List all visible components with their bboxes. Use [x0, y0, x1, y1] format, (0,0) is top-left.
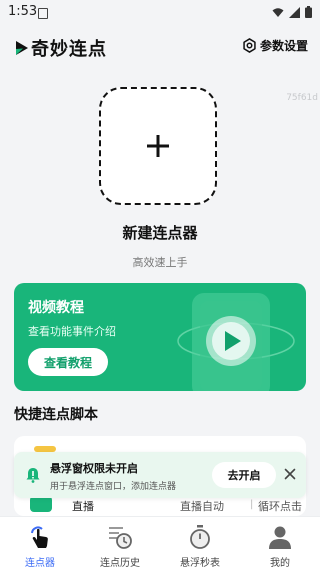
- notification-icon: [38, 8, 48, 19]
- script-loop: 循环点击: [258, 500, 302, 513]
- bottom-nav: 连点器 连点历史 悬浮秒表 我的: [0, 516, 320, 571]
- nav-label-history: 连点历史: [100, 558, 140, 569]
- app-logo-icon: [16, 41, 28, 55]
- nav-item-clicker[interactable]: 连点器: [0, 517, 80, 571]
- phone-play-illustration: [177, 293, 295, 391]
- status-bar: 1:53: [0, 0, 320, 26]
- stopwatch-icon: [190, 525, 210, 549]
- live-icon: [30, 496, 52, 512]
- plus-icon: [147, 135, 169, 157]
- tap-icon: [31, 526, 48, 548]
- new-clicker-title: 新建连点器: [122, 224, 198, 242]
- nav-label-profile: 我的: [270, 558, 290, 569]
- settings-label: 参数设置: [259, 39, 308, 53]
- video-tutorial-card[interactable]: 视频教程 查看功能事件介绍 查看教程: [14, 283, 306, 391]
- nav-item-profile[interactable]: 我的: [240, 517, 320, 571]
- history-clock-icon: [109, 527, 132, 549]
- video-card-title: 视频教程: [28, 300, 84, 316]
- quick-scripts-title: 快捷连点脚本: [14, 407, 98, 423]
- nav-item-history[interactable]: 连点历史: [80, 517, 160, 571]
- video-card-description: 查看功能事件介绍: [28, 325, 116, 338]
- script-mode: 直播自动: [180, 500, 224, 513]
- permission-toast: 悬浮窗权限未开启 用于悬浮连点窗口，添加连点器 去开启: [14, 452, 306, 498]
- enable-permission-button[interactable]: 去开启: [212, 462, 276, 488]
- hash-text: 75f61d: [286, 93, 318, 103]
- signal-icon: [289, 6, 300, 18]
- script-name: 直播: [72, 500, 94, 513]
- close-icon[interactable]: [284, 468, 296, 480]
- toast-title: 悬浮窗权限未开启: [50, 462, 138, 475]
- settings-button[interactable]: 参数设置: [242, 37, 308, 54]
- battery-icon: [305, 6, 312, 18]
- toast-description: 用于悬浮连点窗口，添加连点器: [50, 482, 177, 492]
- user-icon: [269, 526, 291, 549]
- status-time: 1:53: [8, 4, 38, 19]
- new-clicker-button[interactable]: [99, 87, 217, 205]
- wifi-icon: [272, 7, 284, 17]
- nav-label-stopwatch: 悬浮秒表: [180, 558, 220, 569]
- new-clicker-subtitle: 高效速上手: [132, 256, 188, 269]
- app-title: 奇妙连点: [31, 39, 107, 60]
- gear-icon: [243, 38, 256, 53]
- nav-item-stopwatch[interactable]: 悬浮秒表: [160, 517, 240, 571]
- app-header: 奇妙连点 参数设置: [0, 30, 320, 66]
- view-tutorial-button[interactable]: 查看教程: [28, 348, 108, 376]
- nav-label-clicker: 连点器: [25, 558, 55, 569]
- script-divider: |: [250, 499, 254, 510]
- alert-bell-icon: [26, 468, 40, 483]
